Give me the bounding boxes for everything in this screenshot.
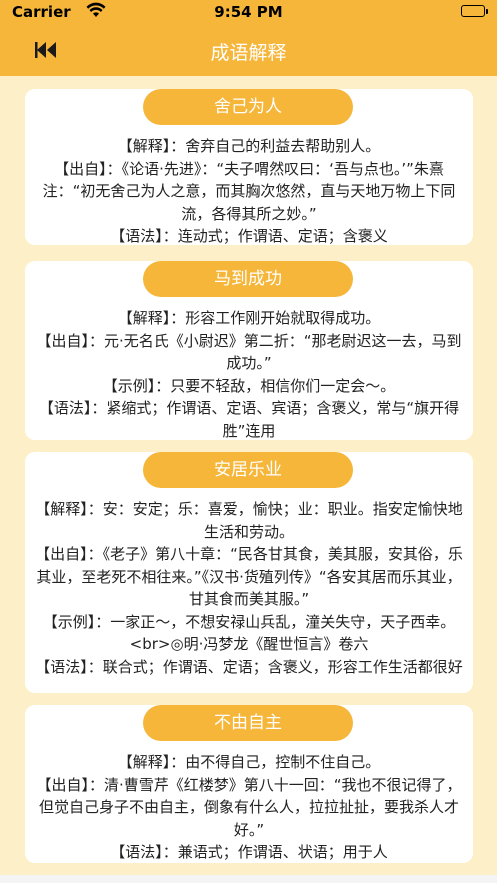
example-text: 【示例】：一家正～，不想安禄山兵乱，潼关失守，天子西幸。<br>◎明·冯梦龙《醒… — [42, 612, 456, 654]
source-text: 【出自】：《老子》第八十章：“民各甘其食，美其服，安其俗，乐其业，至老死不相往来… — [35, 545, 463, 608]
meaning-text: 【解释】：安：安定；乐：喜爱，愉快；业：职业。指安定愉快地生活和劳动。 — [35, 500, 463, 541]
grammar-text: 【语法】：连动式；作谓语、定语；含褒义 — [110, 227, 388, 245]
grammar-text: 【语法】：联合式；作谓语、定语；含褒义，形容工作生活都很好 — [35, 657, 463, 676]
grammar-text: 【语法】：紧缩式；作谓语、定语、宾语；含褒义，常与“旗开得胜”连用 — [38, 399, 460, 440]
idiom-card: 舍己为人 【解释】：舍弃自己的利益去帮助别人。 【出自】：《论语·先进》：“夫子… — [25, 89, 473, 245]
idiom-card: 不由自主 【解释】：由不得自己，控制不住自己。 【出自】：清·曹雪芹《红楼梦》第… — [25, 705, 473, 863]
source-text: 【出自】：清·曹雪芹《红楼梦》第八十一回：“我也不很记得了，但觉自己身子不由自主… — [36, 775, 462, 839]
idiom-card: 安居乐业 【解释】：安：安定；乐：喜爱，愉快；业：职业。指安定愉快地生活和劳动。… — [25, 452, 473, 693]
status-time: 9:54 PM — [214, 3, 283, 21]
idiom-title: 不由自主 — [143, 705, 353, 741]
idiom-title: 马到成功 — [143, 261, 353, 297]
bottom-bar — [0, 875, 497, 883]
idiom-title: 安居乐业 — [143, 452, 353, 488]
example-text: 【示例】：只要不轻敌，相信你们一定会～。 — [102, 376, 396, 395]
meaning-text: 【解释】：舍弃自己的利益去帮助别人。 — [117, 137, 381, 155]
idiom-title: 舍己为人 — [143, 89, 353, 125]
status-bar: Carrier 9:54 PM — [0, 0, 497, 24]
meaning-text: 【解释】：形容工作刚开始就取得成功。 — [117, 309, 381, 327]
meaning-text: 【解释】：由不得自己，控制不住自己。 — [117, 753, 381, 771]
page-title: 成语解释 — [210, 42, 287, 64]
source-text: 【出自】：《论语·先进》：“夫子喟然叹曰：‘吾与点也。’”朱熹注：“初无舍己为人… — [42, 159, 456, 223]
battery-icon — [461, 5, 488, 17]
idiom-card: 马到成功 【解释】：形容工作刚开始就取得成功。 【出自】：元·无名氏《小尉迟》第… — [25, 261, 473, 440]
grammar-text: 【语法】：兼语式；作谓语、状语；用于人 — [110, 843, 388, 861]
source-text: 【出自】：元·无名氏《小尉迟》第二折：“那老尉迟这一去，马到成功。” — [36, 331, 462, 373]
